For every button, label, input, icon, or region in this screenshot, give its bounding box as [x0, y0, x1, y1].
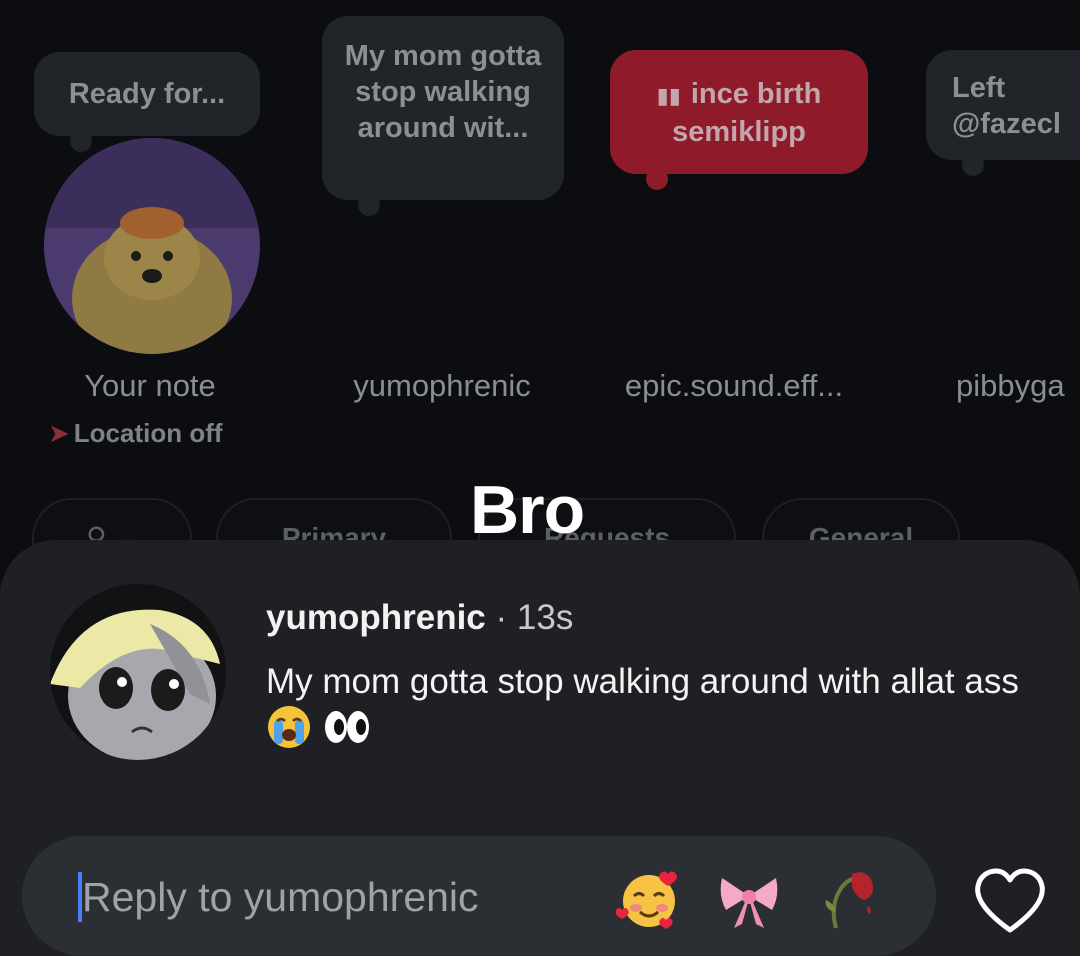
note-bubble: Left @fazecl — [926, 50, 1080, 176]
reply-placeholder[interactable]: Reply to yumophrenic — [82, 872, 479, 922]
smiling-face-with-hearts-icon[interactable] — [615, 866, 682, 932]
message-username[interactable]: yumophrenic — [266, 598, 486, 637]
note-reply-sheet: yumophrenic · 13s My mom gotta stop walk… — [0, 540, 1080, 956]
message-header: yumophrenic · 13s — [266, 598, 573, 638]
eyes-icon — [322, 707, 372, 758]
notes-tray: Ready for... Your note ➤ Location off My… — [0, 0, 1080, 578]
location-status[interactable]: ➤ Location off — [48, 418, 223, 449]
heart-outline-icon[interactable] — [972, 866, 1048, 936]
sender-avatar[interactable] — [50, 584, 226, 760]
note-name: pibbyga — [956, 368, 1065, 403]
reply-input[interactable]: Reply to yumophrenic — [22, 836, 936, 956]
pony-avatar-icon — [50, 584, 226, 760]
note-name: Your note — [84, 368, 216, 403]
message-body: My mom gotta stop walking around with al… — [266, 660, 1046, 761]
location-label: Location off — [73, 418, 223, 448]
note-bubble-text: Left @fazecl — [952, 72, 1061, 140]
note-bubble-text: My mom gotta stop walking around wit... — [344, 40, 542, 144]
note-bubble-subtext: semiklipp — [672, 116, 806, 148]
dog-avatar-icon — [44, 138, 260, 354]
note-your-note[interactable]: Ready for... Your note — [30, 0, 270, 460]
overlay-caption: Bro — [470, 472, 585, 548]
ribbon-icon[interactable] — [716, 866, 782, 932]
note-pibbyga[interactable]: Left @fazecl pibbyga — [926, 0, 1080, 460]
note-name: epic.sound.eff... — [624, 368, 844, 403]
note-bubble-music: ▮▮ ince birth semiklipp — [610, 50, 868, 190]
note-epic-sound[interactable]: ▮▮ ince birth semiklipp epic.sound.eff... — [610, 0, 868, 460]
note-name: yumophrenic — [353, 368, 531, 403]
avatar — [932, 138, 1080, 354]
bear-avatar-icon — [932, 138, 1080, 354]
location-pin-icon: ➤ — [48, 418, 70, 448]
wilted-flower-icon[interactable] — [816, 866, 882, 932]
note-bubble-text: Ready for... — [68, 78, 226, 110]
note-bubble: Ready for... — [34, 52, 260, 152]
note-yumophrenic[interactable]: My mom gotta stop walking around wit... … — [322, 0, 564, 460]
screen: Ready for... Your note ➤ Location off My… — [0, 0, 1080, 956]
note-bubble-text: ince birth — [690, 78, 822, 110]
message-text: My mom gotta stop walking around with al… — [266, 662, 1019, 701]
message-time: 13s — [516, 598, 574, 637]
loudly-crying-face-icon — [266, 704, 312, 761]
note-bubble: My mom gotta stop walking around wit... — [322, 16, 564, 216]
separator: · — [495, 598, 508, 637]
avatar — [44, 138, 260, 354]
music-bars-icon: ▮▮ — [656, 83, 681, 108]
